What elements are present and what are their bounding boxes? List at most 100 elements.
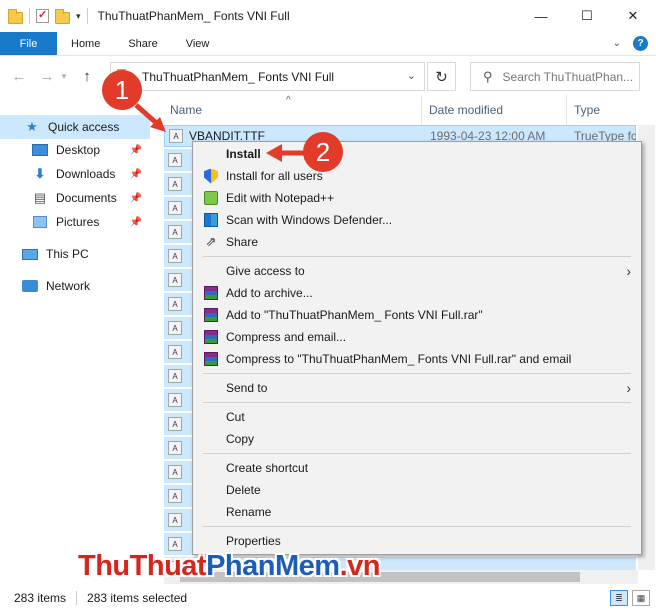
ribbon-tabs: File Home Share View ⌄ ? xyxy=(0,32,656,56)
selected-count: 283 items selected xyxy=(87,591,188,605)
sidebar-item-quick-access[interactable]: ★ Quick access xyxy=(0,115,150,139)
address-bar[interactable]: ThuThuatPhanMem_ Fonts VNI Full ⌄ xyxy=(110,62,425,91)
sidebar-item-this-pc[interactable]: This PC xyxy=(0,242,150,266)
properties-icon[interactable] xyxy=(36,8,49,23)
font-file-icon: A xyxy=(168,153,182,167)
pc-icon xyxy=(22,247,38,261)
new-folder-icon[interactable] xyxy=(55,9,70,24)
menu-item-rename[interactable]: Rename xyxy=(193,501,641,523)
column-label: Type xyxy=(574,103,601,117)
menu-item-create-shortcut[interactable]: Create shortcut xyxy=(193,457,641,479)
font-file-icon: A xyxy=(168,513,182,527)
uac-shield-icon xyxy=(203,168,219,184)
tab-share[interactable]: Share xyxy=(114,32,171,55)
share-icon: ⇗ xyxy=(205,234,217,249)
recent-locations-chevron-icon[interactable]: ▾ xyxy=(58,71,70,82)
menu-item-label: Properties xyxy=(226,534,281,548)
menu-item-delete[interactable]: Delete xyxy=(193,479,641,501)
menu-item-scan-defender[interactable]: Scan with Windows Defender... xyxy=(193,209,641,231)
menu-item-edit-notepadpp[interactable]: Edit with Notepad++ xyxy=(193,187,641,209)
maximize-button[interactable]: ☐ xyxy=(564,0,610,32)
divider xyxy=(86,8,88,24)
menu-item-label: Cut xyxy=(226,410,245,424)
watermark-part: ThuThuat xyxy=(78,550,207,582)
pin-icon[interactable]: 📌 xyxy=(130,145,142,156)
column-header-date-modified[interactable]: Date modified xyxy=(423,95,567,125)
sidebar-item-label: This PC xyxy=(46,247,89,261)
pin-icon[interactable]: 📌 xyxy=(130,169,142,180)
back-arrow-icon[interactable]: ← xyxy=(8,68,30,85)
pin-icon[interactable]: 📌 xyxy=(130,217,142,228)
column-header-name[interactable]: Name xyxy=(164,95,422,125)
details-view-icon[interactable]: ≣ xyxy=(610,590,628,606)
column-header-type[interactable]: Type xyxy=(568,95,636,125)
sidebar-item-desktop[interactable]: Desktop 📌 xyxy=(0,138,150,162)
menu-item-label: Install xyxy=(226,147,261,161)
navigation-bar: ← → ▾ ↑ ThuThuatPhanMem_ Fonts VNI Full … xyxy=(0,57,656,95)
font-file-icon: A xyxy=(168,537,182,551)
menu-item-send-to[interactable]: Send to › xyxy=(193,377,641,399)
font-file-icon: A xyxy=(168,465,182,479)
expand-ribbon-chevron-icon[interactable]: ⌄ xyxy=(613,38,621,49)
divider xyxy=(29,8,30,24)
search-input[interactable]: ⚲ Search ThuThuatPhan... xyxy=(470,62,640,91)
menu-separator xyxy=(203,453,631,454)
sidebar-item-label: Downloads xyxy=(56,167,116,181)
search-icon: ⚲ xyxy=(483,68,493,84)
item-count: 283 items xyxy=(14,591,67,605)
menu-item-label: Create shortcut xyxy=(226,461,309,475)
sidebar-item-label: Pictures xyxy=(56,215,100,229)
large-icons-view-icon[interactable]: ▦ xyxy=(632,590,650,606)
address-history-chevron-icon[interactable]: ⌄ xyxy=(407,69,416,82)
menu-separator xyxy=(203,526,631,527)
menu-item-install-all-users[interactable]: Install for all users xyxy=(193,165,641,187)
customize-toolbar-chevron-icon[interactable]: ▾ xyxy=(76,11,81,22)
refresh-icon: ↻ xyxy=(435,68,448,86)
font-file-icon: A xyxy=(168,297,182,311)
menu-item-give-access[interactable]: Give access to › xyxy=(193,260,641,282)
window-title: ThuThuatPhanMem_ Fonts VNI Full xyxy=(97,9,290,23)
font-file-icon: A xyxy=(168,441,182,455)
sidebar-item-pictures[interactable]: Pictures 📌 xyxy=(0,210,150,234)
close-button[interactable]: ✕ xyxy=(610,0,656,32)
network-icon xyxy=(22,279,38,293)
menu-item-add-archive[interactable]: Add to archive... xyxy=(193,282,641,304)
step-2-badge: 2 xyxy=(303,132,343,172)
sidebar-item-downloads[interactable]: ⬇ Downloads 📌 xyxy=(0,162,150,186)
menu-item-label: Copy xyxy=(226,432,255,446)
up-arrow-icon[interactable]: ↑ xyxy=(76,68,98,85)
sidebar-item-network[interactable]: Network xyxy=(0,274,150,298)
menu-item-label: Send to xyxy=(226,381,268,395)
help-icon[interactable]: ? xyxy=(633,36,648,51)
menu-item-compress-rar-email[interactable]: Compress to "ThuThuatPhanMem_ Fonts VNI … xyxy=(193,348,641,370)
font-file-icon: A xyxy=(168,225,182,239)
pin-icon[interactable]: 📌 xyxy=(130,193,142,204)
winrar-icon xyxy=(203,329,219,345)
address-path: ThuThuatPhanMem_ Fonts VNI Full xyxy=(142,69,335,84)
menu-item-install[interactable]: Install xyxy=(193,143,641,165)
font-file-icon: A xyxy=(169,129,183,143)
menu-item-cut[interactable]: Cut xyxy=(193,406,641,428)
refresh-button[interactable]: ↻ xyxy=(427,62,456,91)
tab-home[interactable]: Home xyxy=(57,32,114,55)
step-1-badge: 1 xyxy=(102,70,142,110)
tab-view[interactable]: View xyxy=(172,32,224,55)
sidebar-item-label: Quick access xyxy=(48,120,120,134)
menu-item-copy[interactable]: Copy xyxy=(193,428,641,450)
menu-item-share[interactable]: ⇗ Share xyxy=(193,231,641,253)
menu-item-properties[interactable]: Properties xyxy=(193,530,641,552)
forward-arrow-icon[interactable]: → xyxy=(36,68,58,85)
font-file-icon: A xyxy=(168,369,182,383)
tab-file[interactable]: File xyxy=(0,32,57,55)
menu-item-add-to-rar[interactable]: Add to "ThuThuatPhanMem_ Fonts VNI Full.… xyxy=(193,304,641,326)
folder-icon[interactable] xyxy=(8,9,23,24)
desktop-icon xyxy=(32,143,48,157)
menu-item-compress-email[interactable]: Compress and email... xyxy=(193,326,641,348)
sidebar-item-label: Desktop xyxy=(56,143,101,157)
menu-item-label: Give access to xyxy=(226,264,305,278)
watermark-logo: ThuThuatPhanMem.vn xyxy=(78,550,380,583)
minimize-button[interactable]: — xyxy=(518,0,564,32)
column-label: Name xyxy=(170,103,203,117)
sidebar-item-documents[interactable]: ▤ Documents 📌 xyxy=(0,186,150,210)
menu-item-label: Delete xyxy=(226,483,261,497)
